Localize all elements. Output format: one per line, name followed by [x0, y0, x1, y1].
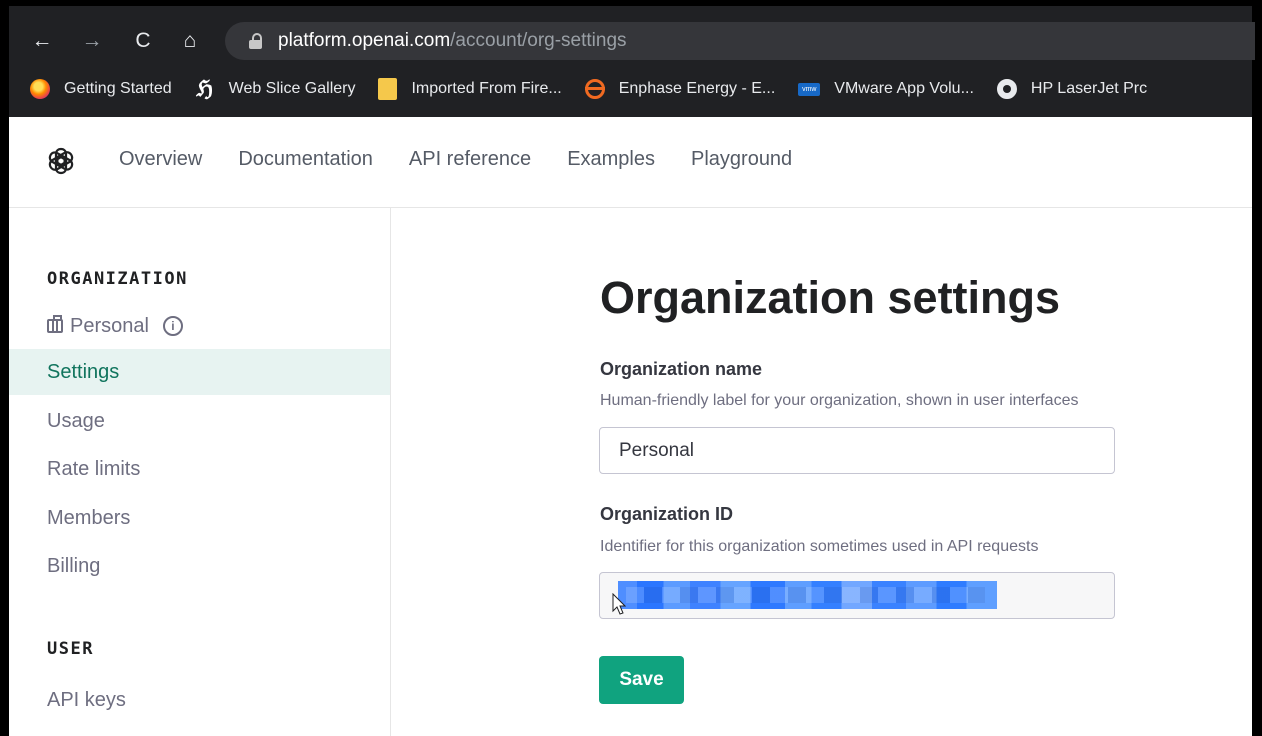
sidebar-item-api-keys[interactable]: API keys	[9, 677, 390, 723]
openai-logo-icon[interactable]	[45, 145, 77, 177]
briefcase-icon	[47, 315, 63, 333]
settings-sidebar: ORGANIZATION Personal i Settings Usage R…	[9, 208, 391, 736]
bookmark-label: Enphase Energy - E...	[618, 80, 776, 97]
bookmark-label: Getting Started	[64, 80, 172, 97]
sidebar-item-usage[interactable]: Usage	[9, 398, 390, 444]
enphase-icon	[584, 79, 605, 99]
browser-top-border	[9, 0, 1252, 6]
organization-name-help: Human-friendly label for your organizati…	[600, 392, 1079, 409]
page-title: Organization settings	[600, 272, 1061, 323]
organization-name-value: Personal	[619, 439, 694, 461]
back-arrow-icon[interactable]: ←	[28, 27, 56, 55]
redacted-organization-id	[618, 581, 997, 609]
bookmark-label: Imported From Fire...	[411, 80, 562, 97]
reload-icon[interactable]: C	[129, 27, 157, 55]
bookmark-label: Web Slice Gallery	[228, 80, 356, 97]
right-window-edge	[1252, 0, 1262, 736]
bookmark-getting-started[interactable]: Getting Started	[30, 79, 172, 99]
bookmark-label: HP LaserJet Prc	[1030, 80, 1148, 97]
organization-id-field[interactable]	[599, 572, 1115, 619]
web-slice-icon: ℌ	[196, 76, 213, 101]
bookmark-imported-from-firefox[interactable]: Imported From Fire...	[378, 78, 562, 100]
organization-id-label: Organization ID	[600, 504, 734, 524]
nav-overview[interactable]: Overview	[119, 148, 202, 171]
bookmarks-bar: Getting Started ℌ Web Slice Gallery Impo…	[9, 72, 1252, 106]
screenshot-frame: ← → C ⌂ platform.openai.com /account/org…	[0, 0, 1262, 736]
save-button[interactable]: Save	[599, 656, 684, 704]
info-icon[interactable]: i	[162, 316, 183, 336]
nav-examples[interactable]: Examples	[567, 148, 655, 171]
top-navigation: Overview Documentation API reference Exa…	[119, 148, 792, 171]
globe-icon	[996, 79, 1017, 99]
bookmark-label: VMware App Volu...	[834, 80, 974, 97]
user-section-title: USER	[47, 639, 94, 659]
sidebar-item-billing[interactable]: Billing	[9, 543, 390, 589]
nav-documentation[interactable]: Documentation	[238, 148, 373, 171]
sidebar-item-settings[interactable]: Settings	[9, 349, 390, 395]
browser-chrome: ← → C ⌂ platform.openai.com /account/org…	[9, 0, 1255, 117]
sidebar-item-rate-limits[interactable]: Rate limits	[9, 446, 390, 492]
bookmark-hp-laserjet[interactable]: HP LaserJet Prc	[996, 79, 1148, 99]
lock-icon	[249, 33, 262, 49]
organization-name-input[interactable]: Personal	[599, 427, 1115, 474]
left-window-edge	[0, 0, 9, 736]
forward-arrow-icon[interactable]: →	[78, 27, 106, 55]
current-organization-name: Personal	[70, 314, 149, 337]
organization-section-title: ORGANIZATION	[47, 269, 188, 289]
sidebar-item-members[interactable]: Members	[9, 495, 390, 541]
text-cursor-icon	[612, 593, 626, 615]
url-path: /account/org-settings	[450, 30, 627, 51]
url-host: platform.openai.com	[278, 30, 451, 51]
organization-id-help: Identifier for this organization sometim…	[600, 538, 1039, 555]
organization-selector[interactable]: Personal i	[9, 303, 390, 349]
bookmark-enphase-energy[interactable]: Enphase Energy - E...	[584, 79, 776, 99]
vmware-icon: vmw	[798, 82, 821, 96]
bookmark-web-slice-gallery[interactable]: ℌ Web Slice Gallery	[195, 76, 356, 101]
home-icon[interactable]: ⌂	[176, 27, 204, 55]
bookmark-vmware-app-volumes[interactable]: vmw VMware App Volu...	[798, 80, 974, 98]
organization-name-label: Organization name	[600, 359, 763, 379]
firefox-icon	[30, 79, 50, 99]
address-bar[interactable]: platform.openai.com /account/org-setting…	[225, 22, 1255, 60]
organization-settings-content: Organization settings Organization name …	[391, 208, 1252, 736]
site-header: Overview Documentation API reference Exa…	[9, 117, 1252, 208]
nav-api-reference[interactable]: API reference	[409, 148, 531, 171]
folder-icon	[378, 78, 398, 100]
nav-playground[interactable]: Playground	[691, 148, 792, 171]
